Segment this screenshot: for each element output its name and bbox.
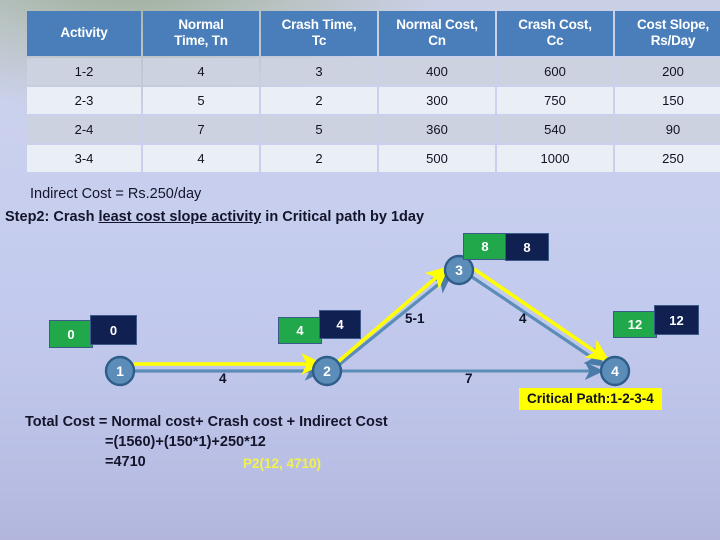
column-header-activity: Activity <box>27 11 141 56</box>
column-header-crash-time: Crash Time, Tc <box>261 11 377 56</box>
cell-normal-time: 7 <box>143 115 259 143</box>
node-1-label: 1 <box>116 363 124 379</box>
edge-label-2-3: 5-1 <box>405 311 425 326</box>
header-line-1: Normal Cost, <box>396 17 478 32</box>
step2-underlined-phrase: least cost slope activity <box>98 209 262 225</box>
node-2-earliest-time-box: 4 <box>278 317 322 344</box>
cell-crash-cost: 1000 <box>497 144 613 172</box>
column-header-normal-time: Normal Time, Tn <box>143 11 259 56</box>
cell-cost-slope: 90 <box>615 115 720 143</box>
network-diagram: 1 2 3 4 0 0 4 4 8 8 12 12 4 5-1 7 4 Crit… <box>0 225 720 410</box>
header-line-2: Cc <box>546 32 564 48</box>
cell-normal-time: 5 <box>143 86 259 114</box>
cell-crash-time: 2 <box>261 144 377 172</box>
crash-data-table: Activity Normal Time, Tn Crash Time, Tc … <box>25 9 720 174</box>
total-cost-result: =4710 <box>105 454 146 470</box>
node-4-label: 4 <box>611 363 619 379</box>
total-cost-formula: Total Cost = Normal cost+ Crash cost + I… <box>25 414 388 430</box>
cell-cost-slope: 200 <box>615 57 720 85</box>
header-line-1: Cost Slope, <box>636 17 710 32</box>
cell-crash-cost: 750 <box>497 86 613 114</box>
node-3-latest-time-box: 8 <box>505 233 549 261</box>
node-1-earliest-time-box: 0 <box>49 320 93 348</box>
cell-crash-time: 3 <box>261 57 377 85</box>
cell-crash-time: 5 <box>261 115 377 143</box>
column-header-normal-cost: Normal Cost, Cn <box>379 11 495 56</box>
slide-canvas: Activity Normal Time, Tn Crash Time, Tc … <box>0 0 720 540</box>
cell-normal-cost: 360 <box>379 115 495 143</box>
table-row: 1-2 4 3 400 600 200 <box>27 57 720 85</box>
table-row: 2-4 7 5 360 540 90 <box>27 115 720 143</box>
cell-normal-cost: 500 <box>379 144 495 172</box>
node-3-label: 3 <box>455 262 463 278</box>
header-line-1: Normal <box>178 17 224 32</box>
node-1-latest-time-box: 0 <box>90 315 137 345</box>
node-3-earliest-time-box: 8 <box>463 233 507 260</box>
header-line-1: Activity <box>60 24 108 40</box>
cell-crash-cost: 540 <box>497 115 613 143</box>
edge-label-1-2: 4 <box>219 371 227 386</box>
edge-label-2-4: 7 <box>465 371 473 386</box>
header-line-2: Cn <box>428 32 446 48</box>
cell-crash-time: 2 <box>261 86 377 114</box>
critical-path-banner: Critical Path:1-2-3-4 <box>519 388 662 410</box>
step2-suffix: in Critical path by 1day <box>261 209 425 225</box>
cell-cost-slope: 150 <box>615 86 720 114</box>
node-2-latest-time-box: 4 <box>319 310 361 339</box>
critical-highlight-3-4 <box>472 267 610 362</box>
cell-activity: 2-4 <box>27 115 141 143</box>
node-2-label: 2 <box>323 363 331 379</box>
node-4-latest-time-box: 12 <box>654 305 699 335</box>
cell-crash-cost: 600 <box>497 57 613 85</box>
table-row: 2-3 5 2 300 750 150 <box>27 86 720 114</box>
column-header-crash-cost: Crash Cost, Cc <box>497 11 613 56</box>
total-cost-substitution: =(1560)+(150*1)+250*12 <box>105 434 266 450</box>
point-p2-label: P2(12, 4710) <box>243 456 322 471</box>
header-line-1: Crash Time, <box>281 17 357 32</box>
header-line-2: Tc <box>311 32 327 48</box>
edge-3-4-line <box>471 275 606 367</box>
node-4-earliest-time-box: 12 <box>613 311 657 338</box>
table-header-row: Activity Normal Time, Tn Crash Time, Tc … <box>27 11 720 56</box>
step2-prefix: Step2: Crash <box>5 209 99 225</box>
cell-normal-cost: 300 <box>379 86 495 114</box>
indirect-cost-note: Indirect Cost = Rs.250/day <box>30 186 202 202</box>
table-row: 3-4 4 2 500 1000 250 <box>27 144 720 172</box>
column-header-cost-slope: Cost Slope, Rs/Day <box>615 11 720 56</box>
crash-data-table-wrapper: Activity Normal Time, Tn Crash Time, Tc … <box>25 9 720 174</box>
cell-activity: 2-3 <box>27 86 141 114</box>
edge-label-3-4: 4 <box>519 311 527 326</box>
cell-activity: 1-2 <box>27 57 141 85</box>
cell-cost-slope: 250 <box>615 144 720 172</box>
header-line-2: Time, Tn <box>174 32 228 48</box>
cell-activity: 3-4 <box>27 144 141 172</box>
header-line-1: Crash Cost, <box>518 17 592 32</box>
cell-normal-time: 4 <box>143 144 259 172</box>
cell-normal-time: 4 <box>143 57 259 85</box>
cell-normal-cost: 400 <box>379 57 495 85</box>
step2-instruction: Step2: Crash least cost slope activity i… <box>5 209 424 225</box>
header-line-2: Rs/Day <box>650 32 696 48</box>
